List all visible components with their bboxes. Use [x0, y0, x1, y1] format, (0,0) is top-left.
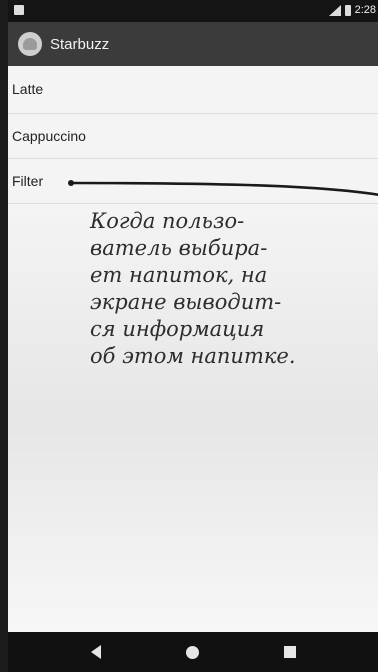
status-bar: 2:28	[8, 0, 378, 22]
status-time: 2:28	[354, 4, 376, 16]
app-title: Starbuzz	[50, 35, 110, 53]
back-icon[interactable]	[90, 645, 101, 659]
sim-card-icon	[14, 5, 24, 15]
annotation-pointer-line	[68, 180, 378, 197]
status-icons: 2:28	[328, 4, 376, 16]
list-item-cappuccino[interactable]: Cappuccino	[8, 114, 378, 159]
list-item-label: Cappuccino	[12, 128, 86, 144]
signal-icon	[328, 4, 341, 16]
recents-icon[interactable]	[283, 646, 296, 658]
annotation-note: Когда пользо- ватель выбира- ет напиток,…	[90, 209, 296, 368]
list-item-latte[interactable]: Latte	[8, 66, 378, 114]
home-icon[interactable]	[185, 645, 199, 659]
battery-icon	[344, 4, 351, 16]
app-bar: Starbuzz	[8, 22, 378, 66]
list-item-label: Filter	[12, 173, 44, 189]
navigation-bar	[8, 632, 378, 672]
list-item-label: Latte	[12, 81, 44, 97]
phone-screen: 2:28 Starbuzz Latte Cappuccino Filter Ко…	[0, 0, 378, 672]
app-logo-icon	[18, 32, 42, 56]
